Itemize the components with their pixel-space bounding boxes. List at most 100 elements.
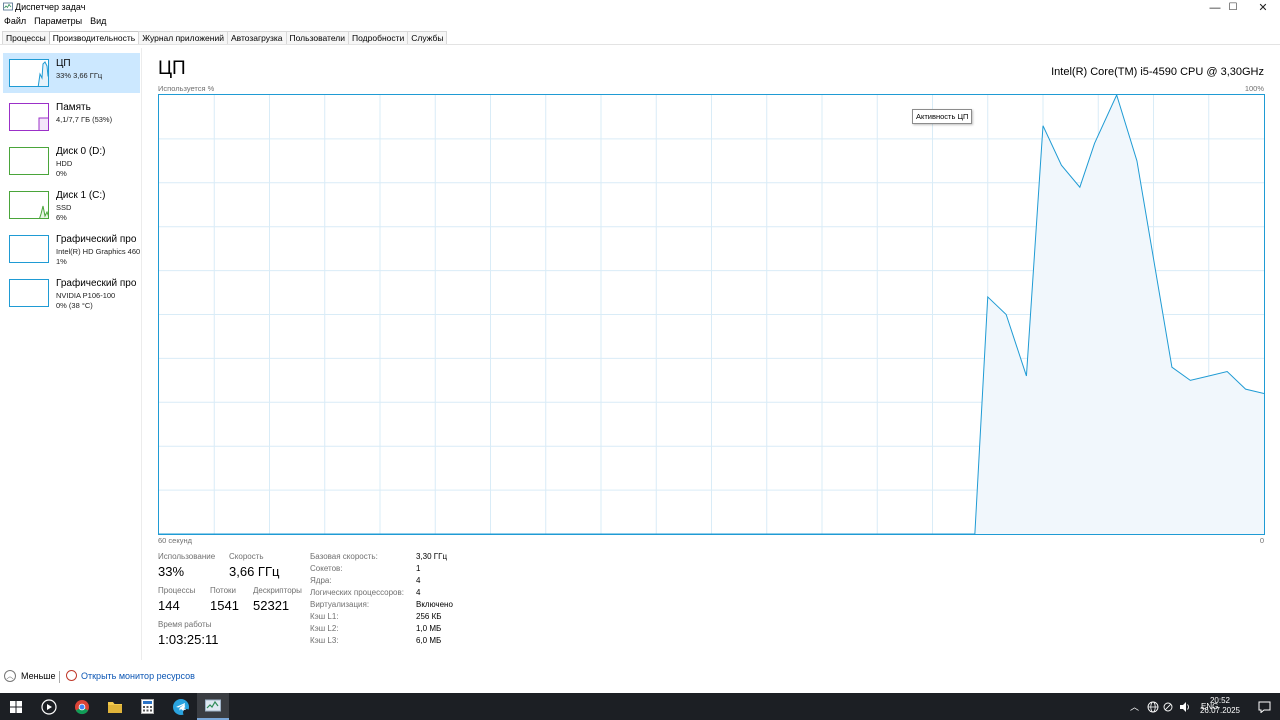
menu-view[interactable]: Вид [86,15,110,29]
processes-label: Процессы [158,586,196,595]
task-manager-icon [205,699,221,711]
telegram-badge: 1 [183,706,187,712]
graph-x-label: 60 секунд [158,536,192,545]
task-manager-app-icon [3,2,13,11]
cpu-model-name: Intel(R) Core(TM) i5-4590 CPU @ 3,30GHz [1051,66,1264,78]
taskbar-calculator[interactable] [131,693,163,720]
open-resource-monitor-label: Открыть монитор ресурсов [81,670,195,681]
close-button[interactable]: ✕ [1246,0,1280,15]
calculator-icon [140,699,154,714]
taskbar-clock[interactable]: 20:52 26.07.2025 [1200,696,1240,716]
detail-value-base-speed: 3,30 ГГц [416,552,448,561]
clock-time: 20:52 [1209,696,1230,705]
tab-details[interactable]: Подробности [348,31,409,45]
tab-app-history[interactable]: Журнал приложений [138,31,228,45]
windows-logo-icon [10,700,22,713]
detail-key-l3-cache: Кэш L3: [310,636,339,645]
network-globe-icon[interactable] [1147,701,1159,713]
sidebar-divider [141,48,142,660]
tab-bar: Процессы Производительность Журнал прило… [2,31,448,45]
taskbar-media-player[interactable] [33,693,65,720]
sidebar-item-gpu1[interactable]: Графический про NVIDIA P106-100 0% (38 °… [3,273,140,313]
show-hidden-icons-chevron-icon[interactable]: ︿ [1130,700,1139,713]
sidebar-memory-usage: 4,1/7,7 ГБ (53%) [56,115,113,124]
window-title: Диспетчер задач [15,2,86,12]
maximize-button[interactable]: ☐ [1216,0,1250,15]
handles-value: 52321 [253,598,290,613]
speed-label: Скорость [229,552,264,561]
sidebar-item-disk0[interactable]: Диск 0 (D:) HDD 0% [3,141,140,181]
cpu-usage-graph[interactable] [158,94,1265,535]
sidebar-gpu1-model: NVIDIA P106-100 [56,291,116,300]
detail-key-virtualization: Виртуализация: [310,600,370,609]
close-icon: ✕ [1258,2,1268,14]
sidebar-item-cpu[interactable]: ЦП 33% 3,66 ГГц [3,53,140,93]
taskbar-chrome[interactable] [66,693,98,720]
sidebar-disk1-type: SSD [56,203,72,212]
memory-thumbnail-graph [9,103,49,131]
sidebar-disk0-usage: 0% [56,169,67,178]
sidebar-item-gpu0[interactable]: Графический про Intel(R) HD Graphics 460… [3,229,140,269]
graph-y-max-label: 100% [1244,84,1264,93]
taskbar-file-explorer[interactable] [99,693,131,720]
disk0-thumbnail-graph [9,147,49,175]
gpu1-thumbnail-graph [9,279,49,307]
title-bar: Диспетчер задач — ☐ ✕ [0,0,1280,15]
taskbar-telegram[interactable]: 1 [165,693,197,720]
notifications-button[interactable] [1248,693,1280,720]
tab-performance[interactable]: Производительность [48,31,140,45]
tab-services[interactable]: Службы [407,31,448,45]
cpu-thumbnail-graph [9,59,49,87]
menu-bar: Файл Параметры Вид [0,15,110,29]
chevron-up-icon: ︿ [4,670,16,682]
resource-monitor-icon [66,670,77,681]
open-resource-monitor-link[interactable]: Открыть монитор ресурсов [66,670,195,681]
telegram-icon [173,698,190,716]
sidebar-gpu0-title: Графический про [56,234,137,245]
fewer-details-button[interactable]: ︿ Меньше [4,670,56,682]
sidebar-memory-title: Память [56,102,91,113]
disk1-thumbnail-graph [9,191,49,219]
fewer-details-label: Меньше [21,671,56,681]
sidebar-item-memory[interactable]: Память 4,1/7,7 ГБ (53%) [3,97,140,137]
detail-key-sockets: Сокетов: [310,564,343,573]
tab-users[interactable]: Пользователи [285,31,350,45]
menu-options[interactable]: Параметры [30,15,86,29]
taskbar: 1 ︿ ENG 20:52 26.07.2025 [0,693,1280,720]
gpu0-thumbnail-graph [9,235,49,263]
cpu-usage-chart [159,95,1264,534]
sidebar-disk0-title: Диск 0 (D:) [56,146,106,157]
detail-value-virtualization: Включено [416,600,453,609]
tab-startup[interactable]: Автозагрузка [226,31,287,45]
detail-key-l1-cache: Кэш L1: [310,612,339,621]
media-player-icon [41,698,57,715]
sidebar-gpu0-model: Intel(R) HD Graphics 460 [56,247,140,256]
detail-value-cores: 4 [416,576,421,585]
usage-value: 33% [158,564,185,579]
taskbar-task-manager[interactable] [197,693,229,720]
detail-value-sockets: 1 [416,564,421,573]
usage-label: Использование [158,552,216,561]
volume-icon[interactable] [1179,701,1191,713]
threads-value: 1541 [210,598,239,613]
detail-key-l2-cache: Кэш L2: [310,624,339,633]
graph-x-min-label: 0 [1259,536,1264,545]
action-center-icon [1258,701,1270,713]
graph-tooltip: Активность ЦП [912,109,973,124]
page-title: ЦП [158,58,186,79]
sidebar-cpu-usage: 33% 3,66 ГГц [56,71,103,80]
processes-value: 144 [158,598,180,613]
detail-key-cores: Ядра: [310,576,332,585]
tab-processes[interactable]: Процессы [2,31,50,45]
detail-key-logical-processors: Логических процессоров: [310,588,404,597]
start-button[interactable] [0,693,32,720]
clock-date: 26.07.2025 [1199,706,1240,715]
sidebar-disk1-usage: 6% [56,213,67,222]
sidebar-item-disk1[interactable]: Диск 1 (C:) SSD 6% [3,185,140,225]
speed-value: 3,66 ГГц [229,564,280,579]
blocked-network-icon [1163,702,1173,711]
uptime-label: Время работы [158,620,212,629]
sidebar-gpu0-usage: 1% [56,257,67,266]
menu-file[interactable]: Файл [0,15,30,29]
detail-value-l1-cache: 256 КБ [416,612,442,621]
